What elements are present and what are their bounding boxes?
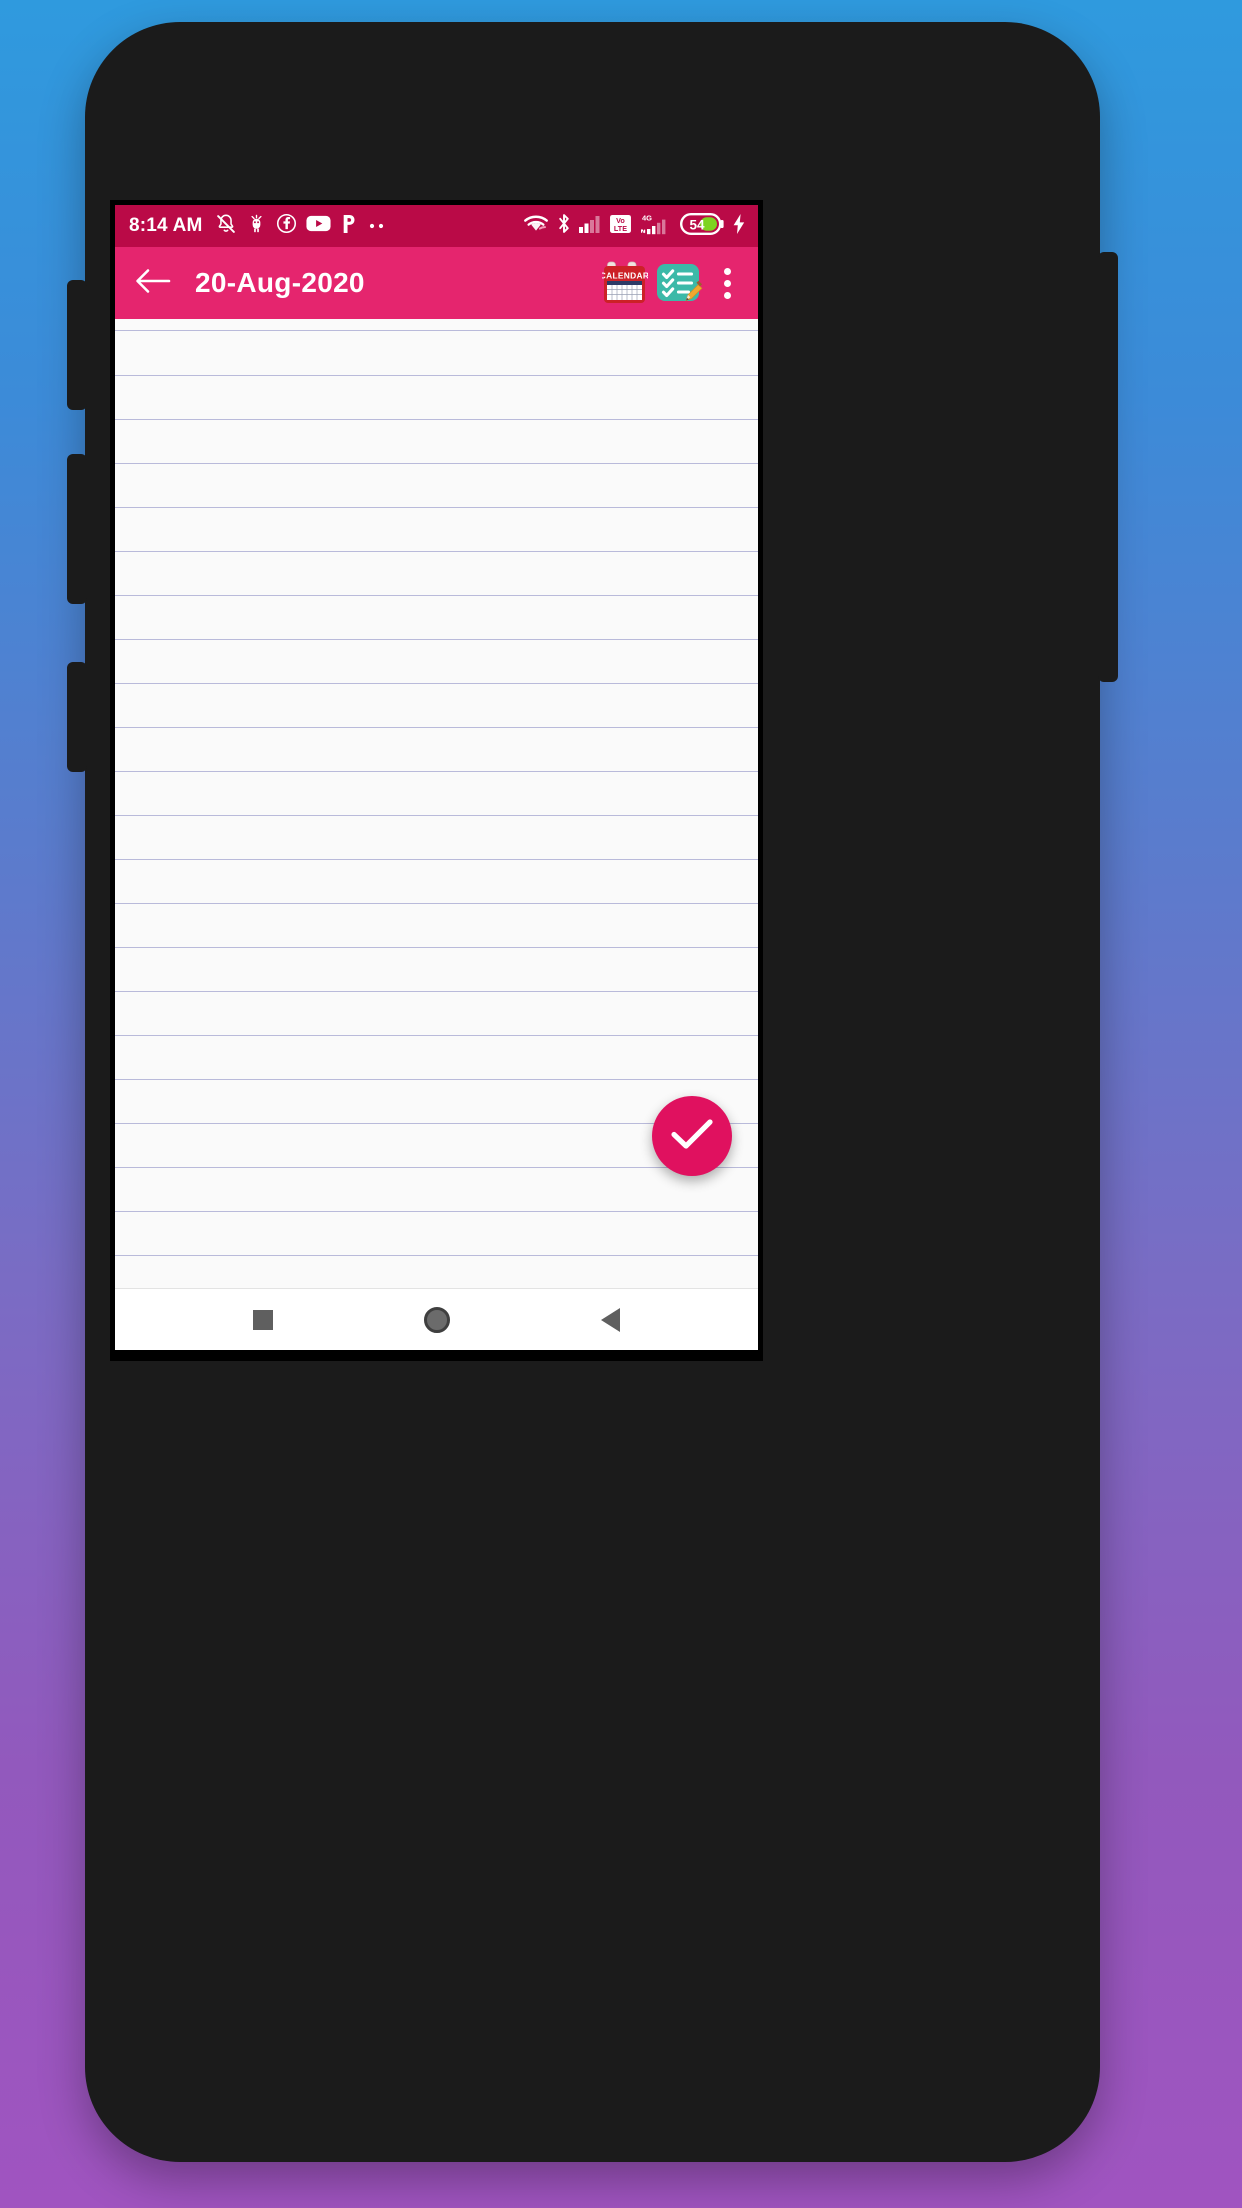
app-bar: 20-Aug-2020 CALENDAR [115, 247, 758, 319]
more-vertical-icon-dot [723, 267, 731, 275]
note-line[interactable]: Cnfj. Ugbbujb jj jjn jjhgfudtg tbvjfgh [127, 985, 752, 1029]
volte-icon: Vo LTE [609, 214, 632, 239]
back-arrow-icon [135, 267, 171, 300]
nav-back-button[interactable] [588, 1297, 634, 1343]
save-fab[interactable] [652, 1096, 732, 1176]
nav-home-button[interactable] [414, 1297, 460, 1343]
status-bar: 8:14 AM Vo LTE 4G 54 [115, 205, 758, 247]
overflow-menu-button[interactable] [706, 256, 748, 310]
charging-bolt-icon [732, 213, 746, 240]
youtube-icon [306, 214, 331, 238]
power-button[interactable] [1098, 252, 1118, 682]
battery-level-text: 54 [689, 217, 705, 232]
mute-button[interactable] [67, 662, 87, 772]
note-text-content[interactable]: I will go to 🌷☀️🌺 school and is wil Dent… [127, 319, 752, 1117]
alarm-muted-icon [215, 213, 237, 240]
more-vertical-icon-dot [723, 279, 731, 287]
battery-icon: 54 [680, 212, 724, 240]
note-line[interactable]: I will go to 🌷☀️🌺 school and is wil [127, 457, 752, 501]
nav-recents-button[interactable] [240, 1297, 286, 1343]
scooter-icon [246, 213, 267, 240]
check-icon [670, 1117, 714, 1156]
triangle-back-icon [601, 1307, 620, 1332]
more-vertical-icon-dot [723, 291, 731, 299]
screen-bottom-strip [115, 1350, 758, 1356]
calendar-icon: CALENDAR [600, 261, 649, 305]
back-button[interactable] [129, 259, 177, 307]
phonepe-icon [340, 213, 358, 240]
circle-icon [423, 1306, 450, 1333]
checklist-icon [655, 261, 703, 305]
calendar-button[interactable]: CALENDAR [598, 256, 652, 310]
4g-signal-icon: 4G [640, 213, 672, 240]
status-system-icons: Vo LTE 4G 54 [523, 212, 746, 240]
svg-text:LTE: LTE [614, 223, 627, 232]
bluetooth-icon [557, 213, 571, 239]
navigation-bar [115, 1288, 758, 1350]
volume-down-button[interactable] [67, 454, 87, 604]
svg-text:4G: 4G [642, 213, 652, 222]
square-icon [252, 1309, 273, 1330]
status-notification-icons [215, 213, 523, 240]
page-title: 20-Aug-2020 [195, 267, 365, 298]
facebook-icon [276, 213, 297, 239]
device-screen: 8:14 AM Vo LTE 4G 54 20-Aug-2020 CALENDA… [110, 200, 763, 1361]
note-line[interactable]: Dented is our and urgent task [127, 633, 752, 677]
checklist-button[interactable] [652, 256, 706, 310]
status-clock: 8:14 AM [129, 215, 203, 236]
note-editor[interactable]: I will go to 🌷☀️🌺 school and is wil Dent… [115, 319, 758, 1288]
more-notifications-icon [367, 217, 387, 235]
volume-up-button[interactable] [67, 280, 87, 410]
wifi-icon [523, 214, 549, 239]
calendar-icon-label: CALENDAR [602, 271, 648, 281]
note-line-blank[interactable] [127, 809, 752, 853]
signal-bars-icon [579, 215, 601, 238]
